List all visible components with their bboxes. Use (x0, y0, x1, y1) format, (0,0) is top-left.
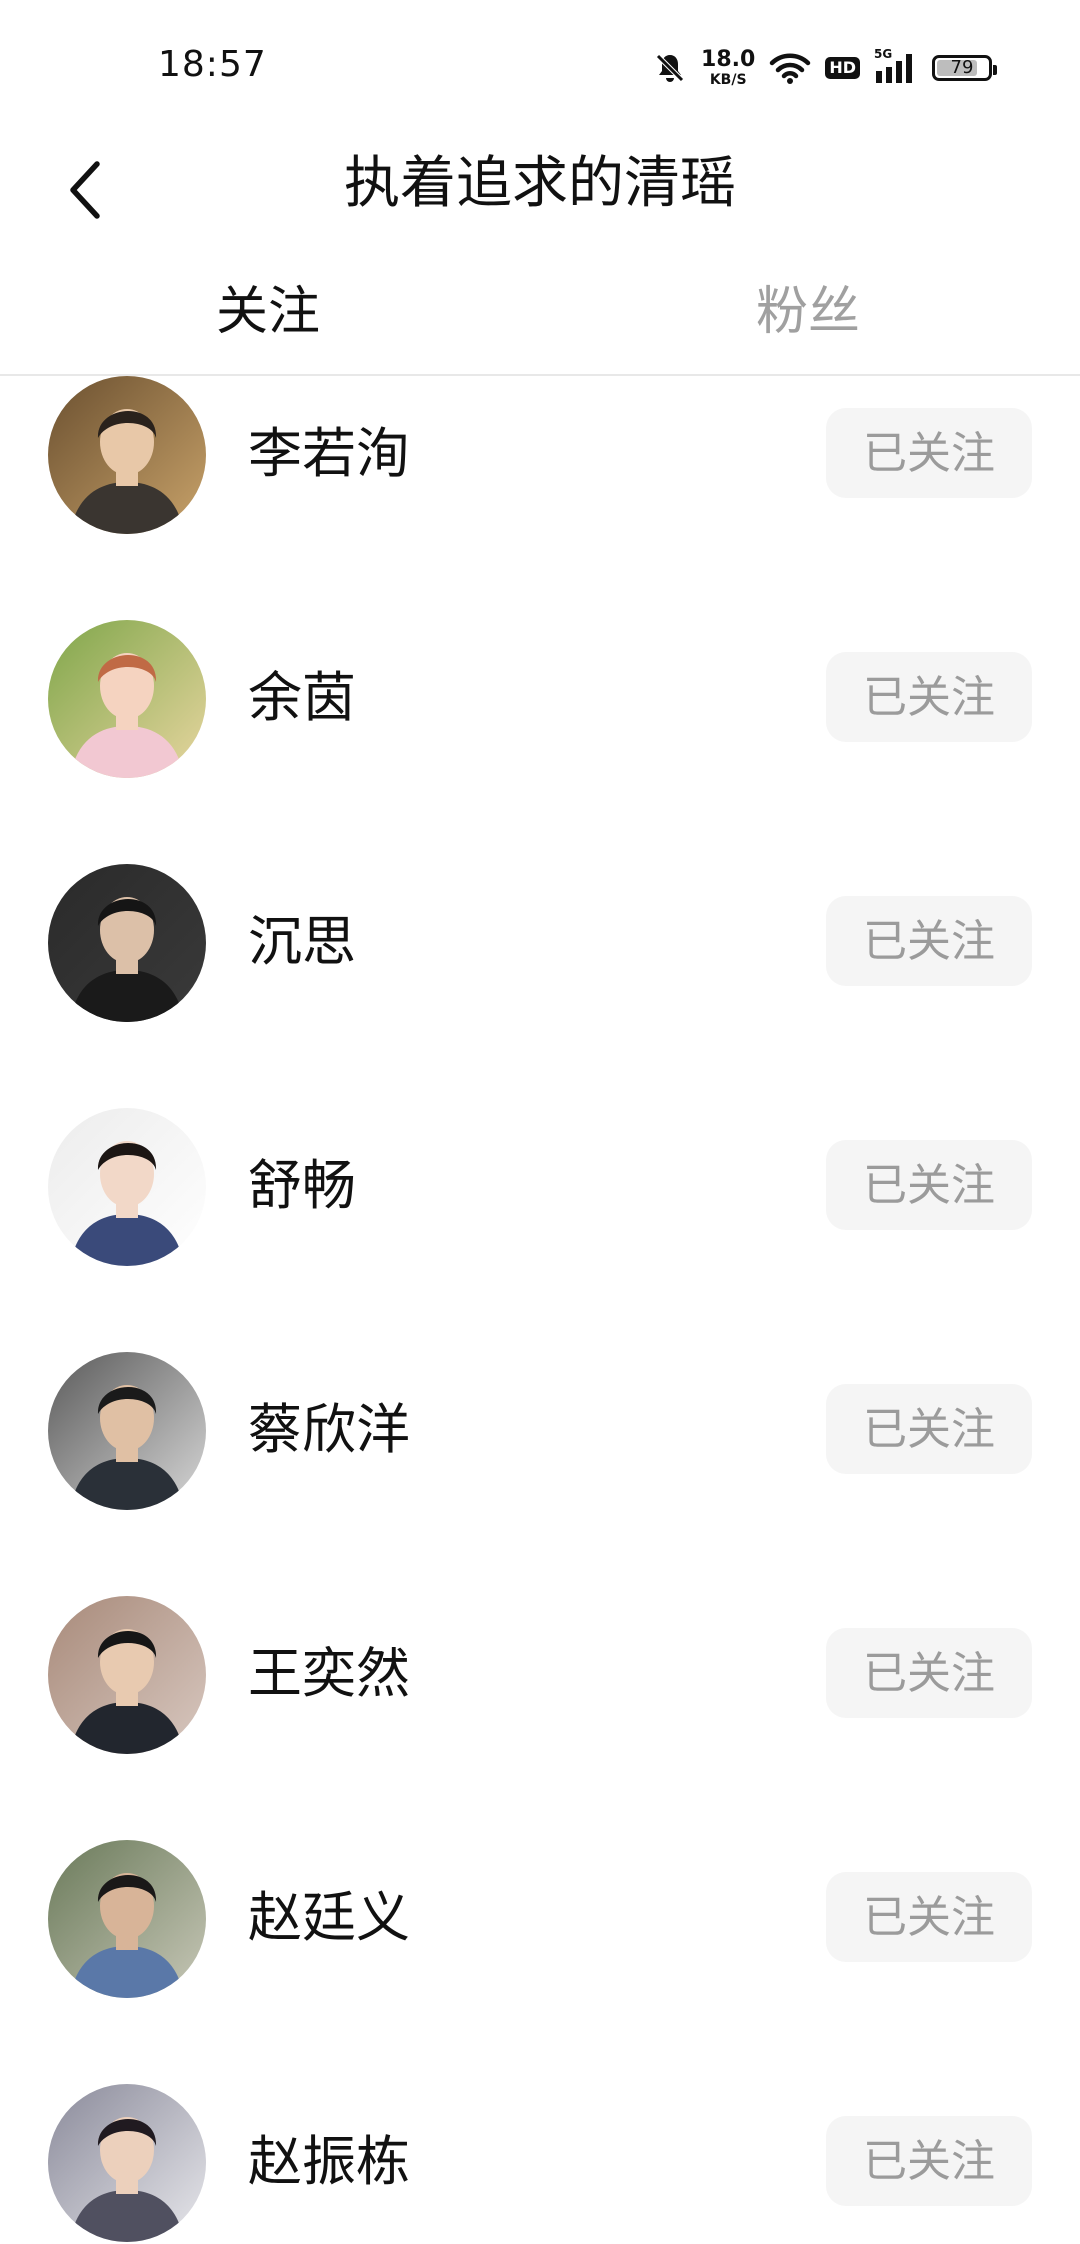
net-speed-value: 18.0 (701, 47, 756, 72)
avatar-photo (48, 376, 206, 534)
list-item[interactable]: 舒畅 已关注 (0, 1108, 1080, 1268)
followed-button[interactable]: 已关注 (826, 1628, 1032, 1718)
followed-button[interactable]: 已关注 (826, 1140, 1032, 1230)
avatar[interactable] (48, 1108, 206, 1266)
list-item[interactable]: 李若洵 已关注 (0, 376, 1080, 536)
avatar[interactable] (48, 1596, 206, 1754)
page-title: 执着追求的清瑶 (344, 151, 736, 216)
battery-percent: 79 (950, 57, 974, 78)
user-name[interactable]: 沉思 (248, 906, 356, 978)
status-icons: 18.0 KB/S HD 5G 79 (653, 46, 997, 90)
user-name[interactable]: 舒畅 (248, 1150, 356, 1222)
user-name[interactable]: 蔡欣洋 (248, 1394, 410, 1466)
avatar-photo (48, 1108, 206, 1266)
list-item[interactable]: 余茵 已关注 (0, 620, 1080, 780)
user-name[interactable]: 李若洵 (248, 418, 410, 490)
user-name[interactable]: 王奕然 (248, 1638, 410, 1710)
tab-bar: 关注 粉丝 (0, 250, 1080, 376)
avatar[interactable] (48, 2084, 206, 2242)
bell-muted-icon (653, 51, 687, 85)
signal-5g-label: 5G (874, 47, 893, 61)
avatar-photo (48, 1352, 206, 1510)
user-name[interactable]: 赵振栋 (248, 2126, 410, 2198)
avatar-photo (48, 864, 206, 1022)
list-item[interactable]: 蔡欣洋 已关注 (0, 1352, 1080, 1512)
tab-following[interactable]: 关注 (216, 250, 320, 374)
battery-icon: 79 (932, 55, 997, 81)
avatar[interactable] (48, 620, 206, 778)
avatar[interactable] (48, 376, 206, 534)
user-name[interactable]: 余茵 (248, 662, 356, 734)
avatar-photo (48, 1840, 206, 1998)
net-speed-unit: KB/S (709, 72, 747, 88)
tab-fans[interactable]: 粉丝 (756, 250, 860, 374)
followed-button[interactable]: 已关注 (826, 896, 1032, 986)
followed-button[interactable]: 已关注 (826, 1384, 1032, 1474)
hd-badge: HD (825, 57, 860, 79)
header: 执着追求的清瑶 (0, 130, 1080, 250)
net-speed-indicator: 18.0 KB/S (701, 47, 756, 88)
signal-icon: 5G (874, 47, 918, 85)
status-bar: 18:57 18.0 KB/S HD 5G 79 (0, 0, 1080, 130)
followed-button[interactable]: 已关注 (826, 652, 1032, 742)
user-name[interactable]: 赵廷义 (248, 1882, 410, 1954)
avatar[interactable] (48, 1352, 206, 1510)
followed-button[interactable]: 已关注 (826, 1872, 1032, 1962)
wifi-icon (769, 51, 811, 85)
avatar[interactable] (48, 1840, 206, 1998)
list-item[interactable]: 沉思 已关注 (0, 864, 1080, 1024)
status-time: 18:57 (158, 44, 267, 85)
avatar-photo (48, 2084, 206, 2242)
avatar[interactable] (48, 864, 206, 1022)
avatar-photo (48, 1596, 206, 1754)
followed-button[interactable]: 已关注 (826, 2116, 1032, 2206)
list-item[interactable]: 赵振栋 已关注 (0, 2084, 1080, 2244)
list-item[interactable]: 王奕然 已关注 (0, 1596, 1080, 1756)
avatar-photo (48, 620, 206, 778)
followed-button[interactable]: 已关注 (826, 408, 1032, 498)
list-item[interactable]: 赵廷义 已关注 (0, 1840, 1080, 2000)
